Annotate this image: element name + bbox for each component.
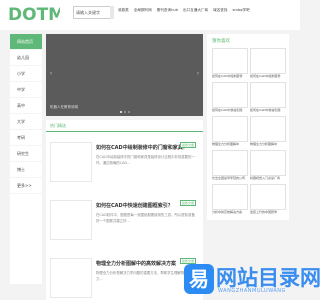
recommend-thumbnail[interactable] [212,116,248,142]
recommend-label[interactable]: 物理全力分析图解中 [250,142,286,147]
category-sidebar: 网站首页 幼儿园 小学 中学 高中 大学 考研 研究生 博士 更多>> [10,34,42,284]
sidebar-item-more[interactable]: 更多>> [10,178,42,194]
recommend-item[interactable]: 如何在CAD中绘制装修 [250,48,286,79]
search-button[interactable] [110,6,114,19]
article-item[interactable]: 物理全力分析图解中的高效解决方案 最新文章 物理全力分析是解决力学问题的重要方法… [50,258,200,300]
recommend-label[interactable]: 分析中的高效解决方案 [212,210,248,215]
carousel-dots [119,111,130,113]
sidebar-item-kindergarten[interactable]: 幼儿园 [10,50,42,66]
topnav-link[interactable]: 收款类 [118,8,129,13]
top-header: DOTMT 请输入关键字 收款类 全局期刊网 期刊查询hub 出口互通大厂商 域… [0,0,300,30]
article-thumbnail[interactable] [50,142,92,182]
recommend-item[interactable]: 如何在CAD中快速创建 [250,82,286,113]
recommend-item[interactable]: 如何在CAD中绘制装修 [212,48,248,79]
top-nav: 收款类 全局期刊网 期刊查询hub 出口互通大厂商 域名查找 smbq学吧 [118,8,250,13]
hot-articles-panel: 热门精选 如何在CAD中绘制装修中的门窗和家具？ 最新文章 在CAD中绘制装修中… [46,120,203,300]
recommend-label[interactable]: 如何在CAD中快速创建 [250,108,286,113]
recommend-thumbnail[interactable] [212,82,248,108]
recommend-thumbnail[interactable] [212,48,248,74]
recommend-label[interactable]: 如何在CAD中绘制装修 [250,74,286,79]
article-tag: 最新文章 [179,200,196,206]
article-thumbnail[interactable] [50,200,92,240]
watermark-logo-icon: 易 [184,264,214,294]
recommend-label[interactable]: 机器视觉入门必读厂商 [250,176,286,181]
tab-hot[interactable]: 热门精选 [50,123,66,129]
topnav-link[interactable]: 期刊查询hub [157,8,178,13]
recommend-thumbnail[interactable] [250,184,286,210]
recommend-title: 猜你喜欢 [212,39,230,44]
recommend-thumbnail[interactable] [250,150,286,176]
recommend-thumbnail[interactable] [250,48,286,74]
chevron-left-icon[interactable]: ‹ [48,69,54,79]
sidebar-item-doctor[interactable]: 博士 [10,162,42,178]
search-input[interactable]: 请输入关键字 [73,6,111,19]
carousel-dot[interactable] [119,111,122,113]
sidebar-item-high[interactable]: 高中 [10,98,42,114]
site-logo[interactable]: DOTMT [8,2,60,24]
recommend-label[interactable]: 物理全力分析图解中 [212,142,248,147]
banner-carousel[interactable]: ‹ › 机器人在教育领域 [46,34,203,116]
chevron-right-icon[interactable]: › [195,69,201,79]
topnav-link[interactable]: 全局期刊网 [134,8,152,13]
article-summary: 在CAD软件中，图框是每一张图纸都要使用的工具，所以提前准备好一个图框并建立好.… [96,213,195,223]
carousel-dot[interactable] [123,111,126,113]
topnav-link[interactable]: 域名查找 [213,8,227,13]
sidebar-item-primary[interactable]: 小学 [10,66,42,82]
recommend-label[interactable]: 如何在CAD中绘制装修 [212,74,248,79]
recommend-item[interactable]: 物理全力分析图解中 [250,116,286,147]
recommend-item[interactable]: 如何在CAD中快速创建 [212,82,248,113]
article-item[interactable]: 如何在CAD中绘制装修中的门窗和家具？ 最新文章 在CAD中绘制装修中的门窗和家… [50,142,200,192]
recommend-item[interactable]: 物理全力分析图解中 [212,116,248,147]
recommend-label[interactable]: 监控上升的中国研学 [250,210,286,215]
article-summary: 物理全力分析是解决力学问题的重要方法，帮助学生理解物体受力... [96,271,191,281]
topnav-link[interactable]: smbq学吧 [233,8,250,13]
watermark-overlay: 易 网站目录网 WANGZHANMULUWANG [184,258,320,300]
logo-text: DOTMT [8,5,60,24]
carousel-dot[interactable] [127,111,130,113]
topnav-link[interactable]: 出口互通大厂商 [183,8,208,13]
article-item[interactable]: 如何在CAD中快速创建图框索引？ 最新文章 在CAD软件中，图框是每一张图纸都要… [50,200,200,250]
recommend-thumbnail[interactable] [212,184,248,210]
watermark-subtext: WANGZHANMULUWANG [218,288,286,294]
sidebar-item-middle[interactable]: 中学 [10,82,42,98]
sidebar-item-home[interactable]: 网站首页 [10,34,42,50]
sidebar-item-graduate[interactable]: 研究生 [10,146,42,162]
article-title[interactable]: 如何在CAD中快速创建图框索引？ [96,202,173,209]
recommend-item[interactable]: 长出全国最早年轻的公司 [212,150,248,181]
recommend-thumbnail[interactable] [212,150,248,176]
article-tag: 最新文章 [179,142,196,148]
recommend-thumbnail[interactable] [250,116,286,142]
recommend-item[interactable]: 机器视觉入门必读厂商 [250,150,286,181]
recommend-item[interactable]: 监控上升的中国研学 [250,184,286,215]
recommend-item[interactable]: 分析中的高效解决方案 [212,184,248,215]
article-title[interactable]: 物理全力分析图解中的高效解决方案 [96,260,176,267]
recommend-thumbnail[interactable] [250,82,286,108]
sidebar-item-university[interactable]: 大学 [10,114,42,130]
banner-caption: 机器人在教育领域 [50,105,78,109]
recommend-panel: 猜你喜欢 如何在CAD中绘制装修 如何在CAD中绘制装修 如何在CAD中快速创建… [207,34,289,220]
article-summary: 在CAD中绘制装修中的门窗和家具是装修设计过程中非常重要的一环。通过精确的CAD… [96,155,195,165]
recommend-label[interactable]: 如何在CAD中快速创建 [212,108,248,113]
divider [46,131,203,132]
article-title[interactable]: 如何在CAD中绘制装修中的门窗和家具？ [96,144,188,151]
sidebar-item-exam[interactable]: 考研 [10,130,42,146]
recommend-label[interactable]: 长出全国最早年轻的公司 [212,176,248,181]
article-thumbnail[interactable] [50,258,92,298]
